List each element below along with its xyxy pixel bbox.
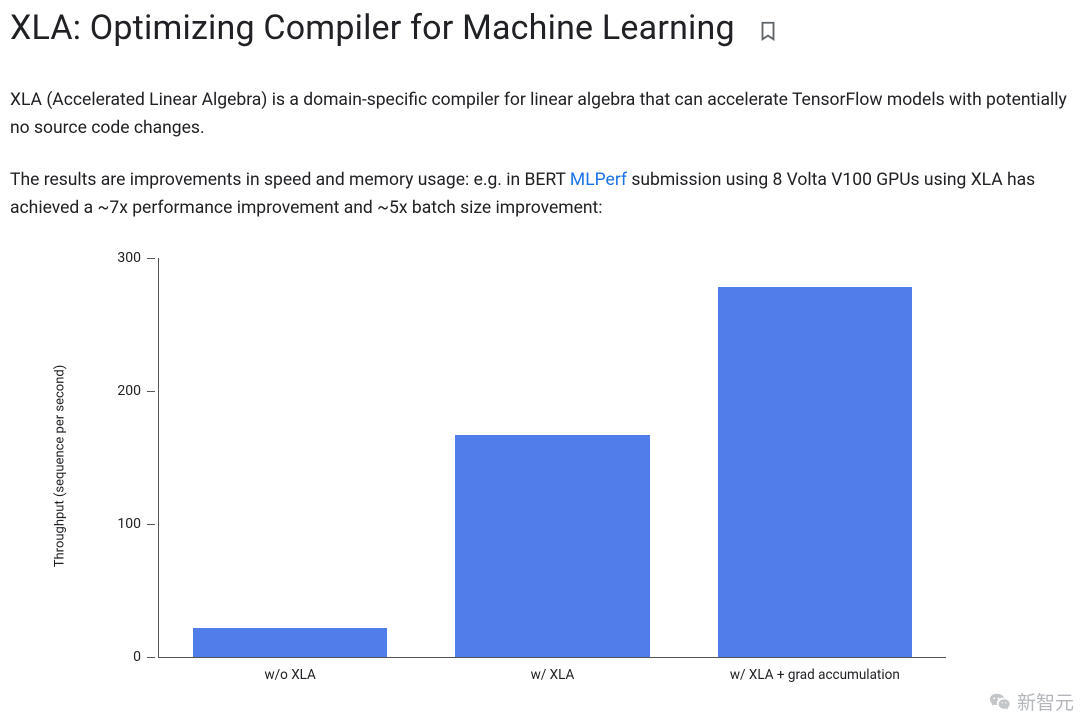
bar-slot: w/ XLA [421,258,683,657]
para2-text-a: The results are improvements in speed an… [10,170,570,190]
y-tick-label: 200 [117,383,141,399]
bar [718,287,912,657]
page-title: XLA: Optimizing Compiler for Machine Lea… [10,8,735,48]
y-axis-label: Throughput (sequence per second) [53,365,68,567]
watermark-text: 新智元 [1017,688,1074,715]
article-page: XLA: Optimizing Compiler for Machine Lea… [0,0,1080,686]
y-tick [147,657,155,658]
mlperf-link[interactable]: MLPerf [570,170,627,190]
x-tick-label: w/o XLA [264,667,315,683]
y-tick-label: 100 [117,516,141,532]
bar [455,435,649,657]
plot-area: w/o XLAw/ XLAw/ XLA + grad accumulation … [158,258,946,658]
x-tick-label: w/ XLA + grad accumulation [730,667,900,683]
bookmark-icon[interactable] [757,20,779,42]
bar [193,628,387,657]
y-tick-label: 0 [133,649,141,665]
bar-slot: w/ XLA + grad accumulation [684,258,946,657]
intro-paragraph-2: The results are improvements in speed an… [10,166,1070,222]
y-tick [147,391,155,392]
bar-slot: w/o XLA [159,258,421,657]
y-tick-label: 300 [117,250,141,266]
wechat-icon [989,691,1011,713]
heading-row: XLA: Optimizing Compiler for Machine Lea… [10,8,1070,48]
x-tick-label: w/ XLA [531,667,575,683]
y-tick [147,258,155,259]
bars-container: w/o XLAw/ XLAw/ XLA + grad accumulation [159,258,946,657]
source-watermark: 新智元 [989,688,1074,715]
intro-paragraph-1: XLA (Accelerated Linear Algebra) is a do… [10,86,1070,142]
y-tick [147,524,155,525]
throughput-bar-chart: Throughput (sequence per second) w/o XLA… [70,246,950,686]
